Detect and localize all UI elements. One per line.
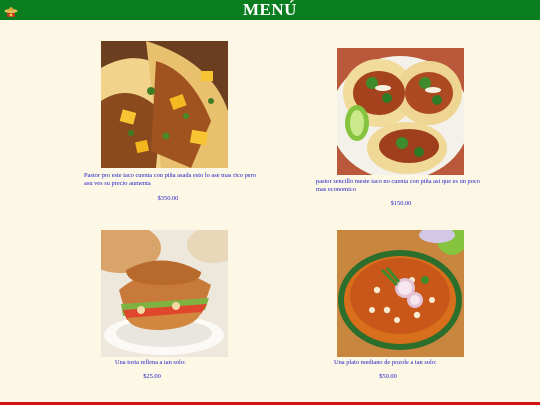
item-price: $25.00 xyxy=(143,373,161,380)
item-description: Una torta rellena a tan solo: xyxy=(115,359,186,366)
item-price: $350.00 xyxy=(157,195,179,202)
tacos-pastor-cilantro-lime-photo xyxy=(337,48,464,175)
pozole-bowl-photo xyxy=(337,230,464,357)
torta-sandwich-photo xyxy=(101,230,228,357)
page-title: MENÚ xyxy=(243,0,297,19)
item-description: Una plato mediano de pozole a tan solo: xyxy=(334,359,437,366)
tacos-al-pastor-pineapple-photo xyxy=(101,41,228,168)
item-price: $150.00 xyxy=(390,200,412,207)
item-description: pastor sencillo meste taco no cuenta con… xyxy=(316,178,480,193)
item-price: $50.00 xyxy=(379,373,397,380)
item-description: Pastor pro este taco cuenta con piña asa… xyxy=(84,172,256,187)
